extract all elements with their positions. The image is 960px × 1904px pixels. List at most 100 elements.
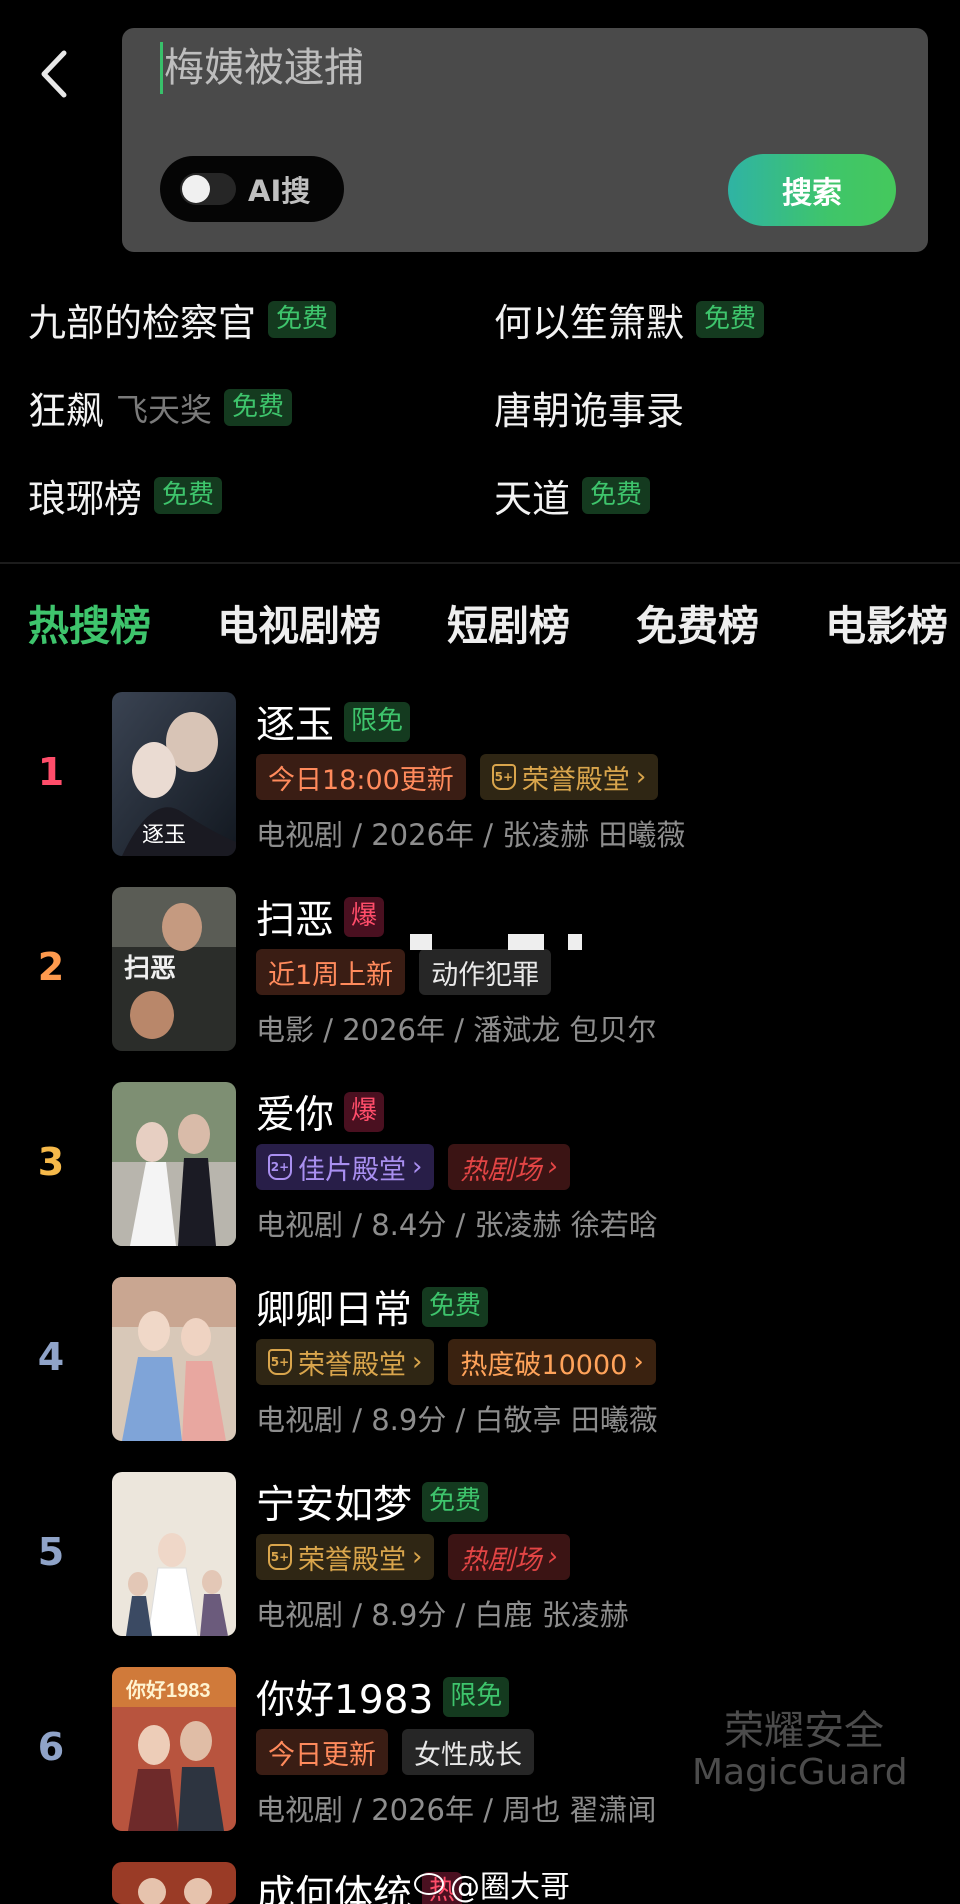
list-item[interactable]: 4 卿卿日常 免费 5+ 荣誉殿堂 › 热度破10000 › 电视剧 / 8.9… xyxy=(0,1277,960,1443)
section-divider xyxy=(0,562,960,564)
suggestion-title: 唐朝诡事录 xyxy=(494,389,685,433)
list-item[interactable]: 1 逐玉 逐玉 限免 今日18:00更新 5+ 荣誉殿堂 › 电视剧 / 202… xyxy=(0,692,960,858)
ranking-tabs: 热搜榜 电视剧榜 短剧榜 免费榜 电影榜 xyxy=(28,592,960,652)
item-meta: 电视剧 / 8.9分 / 白鹿 张凌赫 xyxy=(256,1598,629,1632)
chevron-right-icon: › xyxy=(635,762,647,792)
hot-theater-chip[interactable]: 热剧场 › xyxy=(448,1534,570,1580)
tab-short-drama[interactable]: 短剧榜 xyxy=(447,592,570,652)
free-badge: 免费 xyxy=(582,476,651,515)
rank-number: 2 xyxy=(37,945,65,989)
chevron-right-icon: › xyxy=(547,1152,558,1182)
shield-5-icon: 5+ xyxy=(491,764,516,790)
free-badge: 免费 xyxy=(224,388,293,427)
search-box[interactable]: 梅姨被逮捕 AI搜 搜索 xyxy=(122,28,928,252)
suggestion-subtitle: 飞天奖 xyxy=(116,390,213,429)
toggle-knob xyxy=(182,175,210,203)
chip-label: 热剧场 xyxy=(460,1544,542,1576)
shield-5-icon: 5+ xyxy=(268,1349,292,1375)
rank-number: 3 xyxy=(37,1140,65,1184)
back-button[interactable] xyxy=(38,44,82,104)
free-badge: 免费 xyxy=(422,1287,489,1327)
watermark-subtitle: MagicGuard xyxy=(692,1752,908,1793)
hot-badge: 爆 xyxy=(344,897,385,937)
chevron-right-icon: › xyxy=(412,1347,423,1377)
suggestion-title: 何以笙箫默 xyxy=(494,301,685,345)
item-title: 宁安如梦 xyxy=(256,1483,413,1528)
chip-label: 荣誉殿堂 xyxy=(521,764,630,796)
genre-chip[interactable]: 女性成长 xyxy=(402,1729,534,1775)
honor-hall-chip[interactable]: 5+ 荣誉殿堂 › xyxy=(479,754,659,800)
free-badge: 免费 xyxy=(268,300,337,339)
suggestion-title: 琅琊榜 xyxy=(28,477,143,521)
item-meta: 电视剧 / 8.4分 / 张凌赫 徐若晗 xyxy=(256,1208,658,1242)
item-title: 逐玉 xyxy=(256,703,335,748)
search-button[interactable]: 搜索 xyxy=(728,154,896,226)
redaction-mark xyxy=(508,934,544,950)
toggle-switch[interactable] xyxy=(180,173,236,205)
weibo-icon xyxy=(414,1873,444,1895)
list-item[interactable]: 2 扫恶 扫恶 爆 近1周上新 动作犯罪 电影 / 2026年 / 潘斌龙 包贝… xyxy=(0,887,960,1053)
suggestion-title: 九部的检察官 xyxy=(28,301,257,345)
svg-text:扫恶: 扫恶 xyxy=(124,953,176,983)
search-query[interactable]: 梅姨被逮捕 xyxy=(164,44,364,92)
hot-theater-chip[interactable]: 热剧场 › xyxy=(448,1144,570,1190)
new-release-chip[interactable]: 近1周上新 xyxy=(256,949,406,995)
svg-text:逐玉: 逐玉 xyxy=(142,822,186,847)
update-chip[interactable]: 今日更新 xyxy=(256,1729,388,1775)
tab-free[interactable]: 免费榜 xyxy=(636,592,759,652)
limited-free-badge: 限免 xyxy=(443,1677,510,1717)
limited-free-badge: 限免 xyxy=(344,702,411,742)
suggestion-item[interactable]: 何以笙箫默 免费 xyxy=(494,292,765,347)
poster-image[interactable] xyxy=(112,1472,236,1636)
watermark-title: 荣耀安全 xyxy=(724,1708,884,1754)
poster-image[interactable] xyxy=(112,1862,236,1904)
suggestion-item[interactable]: 琅琊榜 免费 xyxy=(28,468,223,523)
free-badge: 免费 xyxy=(154,476,223,515)
suggestion-item[interactable]: 九部的检察官 免费 xyxy=(28,292,337,347)
rank-number: 1 xyxy=(37,750,65,794)
item-title: 扫恶 xyxy=(256,898,335,943)
chip-label: 热剧场 xyxy=(460,1154,542,1186)
chevron-right-icon: › xyxy=(633,1347,644,1377)
poster-image[interactable] xyxy=(112,1277,236,1441)
chip-label: 荣誉殿堂 xyxy=(298,1544,406,1576)
list-item[interactable]: 5 宁安如梦 免费 5+ 荣誉殿堂 › 热剧场 › 电视剧 / 8.9分 / 白… xyxy=(0,1472,960,1638)
list-item[interactable]: 3 爱你 爆 2+ 佳片殿堂 › 热剧场 › 电视剧 / 8.4分 / 张凌赫 … xyxy=(0,1082,960,1248)
item-meta: 电视剧 / 2026年 / 张凌赫 田曦薇 xyxy=(256,818,686,852)
quality-hall-chip[interactable]: 2+ 佳片殿堂 › xyxy=(256,1144,435,1190)
item-meta: 电视剧 / 8.9分 / 白敬亭 田曦薇 xyxy=(256,1403,658,1437)
honor-hall-chip[interactable]: 5+ 荣誉殿堂 › xyxy=(256,1339,435,1385)
rank-number: 4 xyxy=(37,1335,65,1379)
rank-number: 5 xyxy=(37,1530,65,1574)
chevron-right-icon: › xyxy=(412,1542,423,1572)
item-meta: 电视剧 / 2026年 / 周也 翟潇闻 xyxy=(256,1793,657,1827)
suggestion-item[interactable]: 天道 免费 xyxy=(494,468,651,523)
chip-label: 荣誉殿堂 xyxy=(298,1349,406,1381)
poster-image[interactable]: 扫恶 xyxy=(112,887,236,1051)
poster-image[interactable]: 逐玉 xyxy=(112,692,236,856)
tab-movie[interactable]: 电影榜 xyxy=(825,592,948,652)
redaction-mark xyxy=(410,934,432,950)
chevron-right-icon: › xyxy=(547,1542,558,1572)
item-title: 你好1983 xyxy=(256,1678,434,1723)
shield-2-icon: 2+ xyxy=(268,1154,292,1180)
suggestion-title: 天道 xyxy=(494,477,571,521)
suggestion-item[interactable]: 狂飙 飞天奖 免费 xyxy=(28,380,293,435)
update-chip[interactable]: 今日18:00更新 xyxy=(256,754,466,800)
heat-chip[interactable]: 热度破10000 › xyxy=(448,1339,656,1385)
suggestion-item[interactable]: 唐朝诡事录 xyxy=(494,380,684,435)
hot-badge: 爆 xyxy=(344,1092,385,1132)
redaction-mark xyxy=(568,934,582,950)
honor-hall-chip[interactable]: 5+ 荣誉殿堂 › xyxy=(256,1534,435,1580)
genre-chip[interactable]: 动作犯罪 xyxy=(419,949,552,995)
item-meta: 电影 / 2026年 / 潘斌龙 包贝尔 xyxy=(256,1013,657,1047)
rank-number: 6 xyxy=(37,1725,65,1769)
shield-5-icon: 5+ xyxy=(268,1544,292,1570)
item-title: 成何体统 xyxy=(256,1873,413,1904)
poster-image[interactable]: 你好1983 xyxy=(112,1667,236,1831)
tab-tv[interactable]: 电视剧榜 xyxy=(217,592,381,652)
ai-search-toggle[interactable]: AI搜 xyxy=(160,156,344,222)
text-cursor xyxy=(160,42,163,94)
poster-image[interactable] xyxy=(112,1082,236,1246)
tab-hot-search[interactable]: 热搜榜 xyxy=(28,592,151,652)
